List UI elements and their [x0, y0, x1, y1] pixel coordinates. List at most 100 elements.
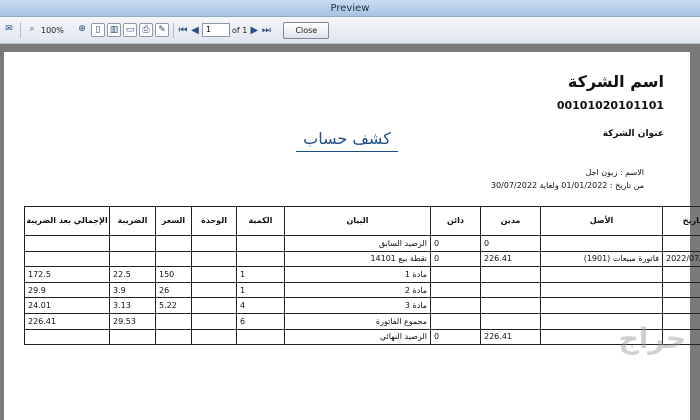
table-cell	[155, 235, 192, 252]
email-icon[interactable]: ✉	[2, 23, 16, 37]
table-cell: 2022/07/25	[662, 250, 700, 268]
table-cell	[236, 328, 285, 346]
table-cell	[24, 328, 110, 346]
table-cell	[430, 281, 481, 299]
watermark-logo: حراج	[618, 322, 686, 355]
table-cell: الرصيد السابق	[284, 235, 431, 252]
table-cell: 24.01	[24, 297, 110, 314]
table-cell: 3.9	[109, 281, 156, 299]
column-header: الأصل	[540, 206, 663, 236]
table-cell: 22.5	[109, 266, 156, 283]
preview-toolbar: ✉ ⌕ 100% ⊕ ▯ ▥ ▭ ⎙ ✎ ⏮ ◀ 1 of 1 ▶ ⏭ Clos…	[0, 17, 700, 44]
table-cell	[191, 235, 237, 252]
table-header-row: تاريخ الأصل مدين دائن البيان الكمية الوح…	[24, 206, 700, 236]
table-cell	[480, 297, 541, 314]
table-cell: 226.41	[480, 328, 541, 346]
table-cell: مادة 1	[284, 266, 431, 283]
window-title: Preview	[330, 3, 370, 14]
table-row: مادة 3 4 5.22 3.13 24.01	[24, 297, 700, 314]
table-cell	[480, 281, 541, 299]
table-cell: 3.13	[109, 297, 156, 314]
table-row: مادة 2 1 26 3.9 29.9	[24, 281, 700, 299]
table-cell: 226.41	[480, 250, 541, 268]
table-cell	[662, 281, 700, 299]
table-cell	[191, 328, 237, 346]
table-cell	[191, 312, 237, 330]
table-cell: نقطة بيع 14101	[284, 250, 431, 268]
column-header: تاريخ	[662, 206, 700, 236]
column-header: الإجمالي بعد الضريبة	[24, 206, 110, 236]
window-title-bar: Preview	[0, 0, 700, 17]
table-cell: 5.22	[155, 297, 192, 314]
table-cell: 0	[430, 328, 481, 346]
zoom-in-icon[interactable]: ⊕	[75, 23, 89, 37]
table-cell	[24, 250, 110, 268]
table-cell: 172.5	[24, 266, 110, 283]
multi-page-icon[interactable]: ▥	[107, 23, 121, 37]
table-cell: 26	[155, 281, 192, 299]
table-cell	[480, 266, 541, 283]
close-button[interactable]: Close	[283, 21, 330, 39]
table-cell: 0	[480, 235, 541, 252]
column-header: السعر	[155, 206, 192, 236]
table-cell: 1	[236, 281, 285, 299]
table-cell	[155, 312, 192, 330]
table-cell	[430, 266, 481, 283]
report-page: اسم الشركة 00101020101101 عنوان الشركة ك…	[4, 52, 700, 420]
table-row: مجموع الفاتورة 6 29.53 226.41	[24, 312, 700, 330]
company-code: 00101020101101	[556, 99, 664, 112]
page-number-input[interactable]: 1	[202, 23, 230, 37]
table-cell	[191, 266, 237, 283]
table-cell	[480, 312, 541, 330]
table-cell: مجموع الفاتورة	[284, 312, 431, 330]
table-cell	[236, 235, 285, 252]
single-page-icon[interactable]: ▯	[91, 23, 105, 37]
table-cell: 29.9	[24, 281, 110, 299]
table-cell: 4	[236, 297, 285, 314]
table-cell	[155, 328, 192, 346]
table-cell	[24, 235, 110, 252]
first-page-icon[interactable]: ⏮	[178, 25, 188, 36]
company-name: اسم الشركة	[567, 72, 664, 91]
table-row: 2022/07/25فاتورة مبيعات (1901)226.410نقط…	[24, 250, 700, 268]
table-cell: 0	[430, 250, 481, 268]
zoom-icon[interactable]: ⌕	[25, 23, 39, 37]
table-cell	[109, 250, 156, 268]
table-cell: فاتورة مبيعات (1901)	[540, 250, 663, 268]
print-icon[interactable]: ⎙	[139, 23, 153, 37]
table-row: 226.41 0 الرصيد النهائي	[24, 328, 700, 346]
table-cell	[109, 235, 156, 252]
zoom-select[interactable]: 100%	[41, 26, 73, 35]
table-cell	[540, 235, 663, 252]
table-cell	[540, 266, 663, 283]
table-cell: 0	[430, 235, 481, 252]
column-header: الوحدة	[191, 206, 237, 236]
table-cell: الرصيد النهائي	[284, 328, 431, 346]
table-cell	[191, 297, 237, 314]
date-range: من تاريخ : 01/01/2022 ولغاية 30/07/2022	[490, 181, 644, 190]
column-header: الضريبة	[109, 206, 156, 236]
previous-page-icon[interactable]: ◀	[190, 25, 200, 36]
table-cell	[430, 297, 481, 314]
customer-line: الاسم : زبون اجل	[585, 168, 644, 177]
table-cell: 29.53	[109, 312, 156, 330]
column-header: الكمية	[236, 206, 285, 236]
table-cell	[540, 281, 663, 299]
table-cell	[430, 312, 481, 330]
last-page-icon[interactable]: ⏭	[261, 25, 271, 36]
page-width-icon[interactable]: ▭	[123, 23, 137, 37]
table-cell	[662, 266, 700, 283]
column-header: دائن	[430, 206, 481, 236]
title-underline	[296, 151, 398, 152]
account-statement-table: تاريخ الأصل مدين دائن البيان الكمية الوح…	[24, 206, 700, 346]
table-cell: 226.41	[24, 312, 110, 330]
next-page-icon[interactable]: ▶	[249, 25, 259, 36]
table-cell: 6	[236, 312, 285, 330]
column-header: مدين	[480, 206, 541, 236]
report-title: كشف حساب	[303, 129, 391, 148]
table-cell	[155, 250, 192, 268]
table-cell	[662, 297, 700, 314]
export-icon[interactable]: ✎	[155, 23, 169, 37]
table-cell	[191, 250, 237, 268]
table-cell	[236, 250, 285, 268]
